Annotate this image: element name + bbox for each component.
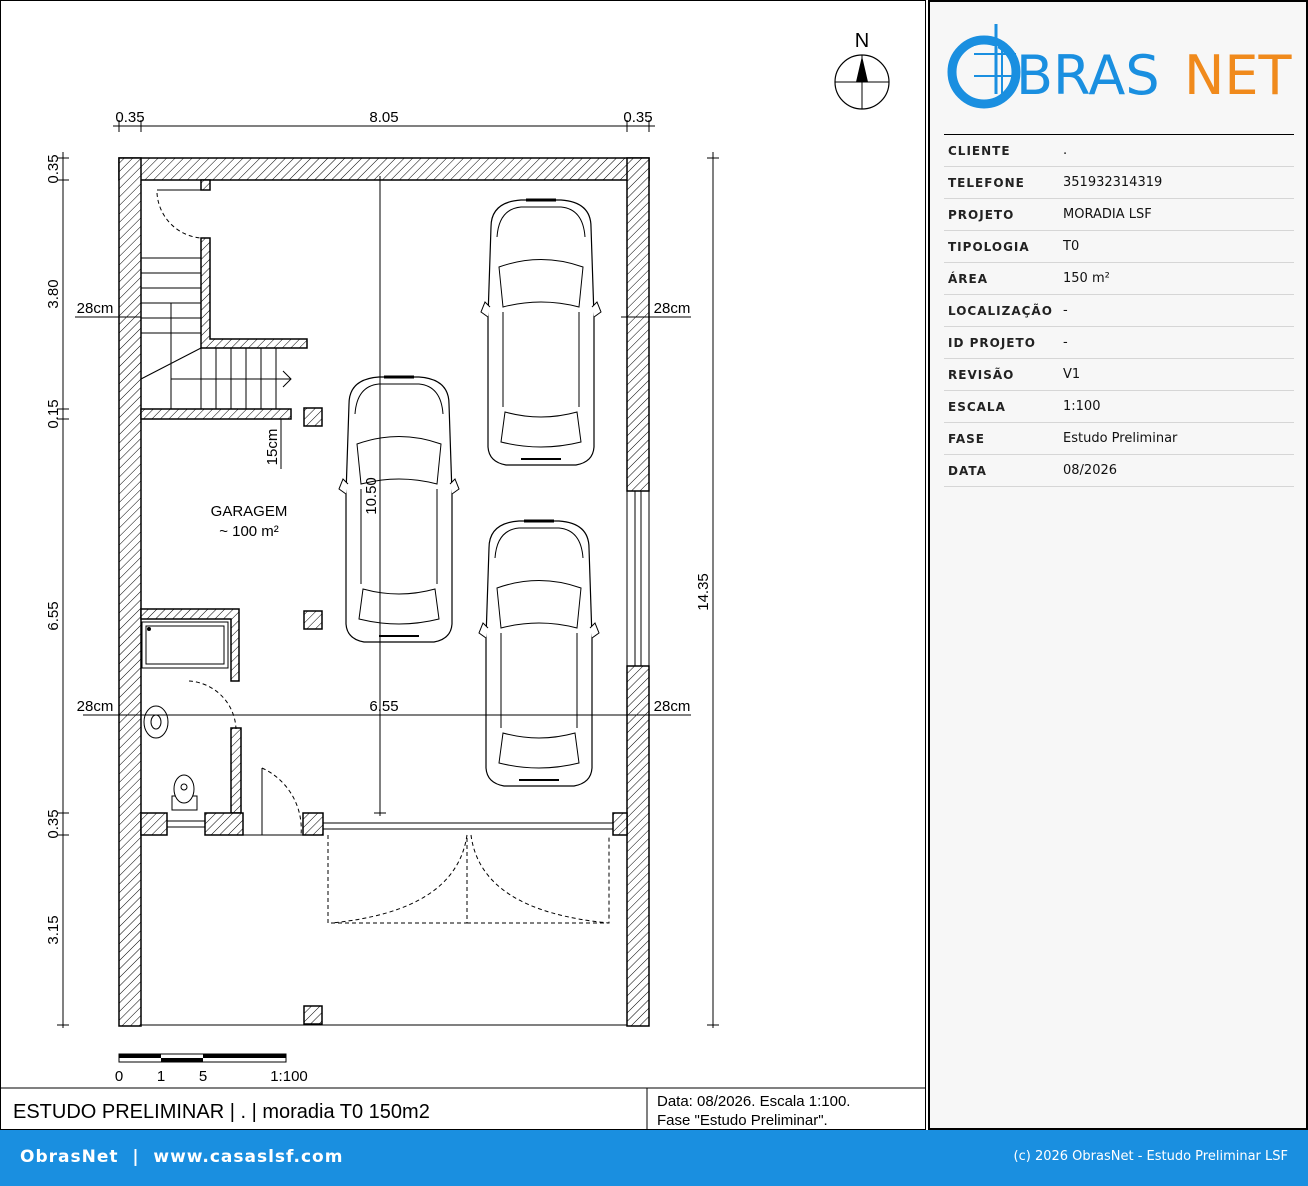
info-key: TIPOLOGIA bbox=[944, 230, 1059, 263]
info-key: FASE bbox=[944, 422, 1059, 455]
info-value: MORADIA LSF bbox=[1059, 198, 1294, 231]
car-top-right bbox=[479, 198, 603, 467]
info-row: FASE Estudo Preliminar bbox=[944, 422, 1294, 455]
columns bbox=[303, 407, 323, 1025]
dim-wall-left-top: 28cm bbox=[77, 300, 114, 317]
info-key: CLIENTE bbox=[944, 134, 1059, 167]
staircase bbox=[140, 189, 292, 409]
info-value: - bbox=[1059, 294, 1294, 327]
footer-bar: ObrasNet | www.casaslsf.com (c) 2026 Obr… bbox=[0, 1130, 1308, 1186]
dim-inner-horizontal: 6.55 bbox=[369, 698, 398, 715]
dim-wall-left-bottom: 28cm bbox=[77, 698, 114, 715]
dim-left-6: 3.15 bbox=[45, 915, 62, 944]
scalebar-tick-0: 0 bbox=[115, 1068, 123, 1085]
room-area: ~ 100 m² bbox=[219, 523, 279, 540]
logo-text-bras: BRAS bbox=[1016, 44, 1160, 107]
scalebar-tick-5: 5 bbox=[199, 1068, 207, 1085]
wc-fixtures bbox=[141, 621, 237, 828]
dim-left-3: 0.15 bbox=[45, 399, 62, 428]
car-bottom-right bbox=[477, 519, 601, 788]
wall-left bbox=[118, 157, 142, 1027]
dim-wall-right-top: 28cm bbox=[654, 300, 691, 317]
dim-right-total: 14.35 bbox=[695, 573, 712, 611]
obrasnet-logo: BRAS NET bbox=[944, 16, 1294, 116]
floor-plan-drawing: N 0.35 8.05 0.35 0.35 3.80 0.15 6.55 0.3… bbox=[0, 0, 926, 1130]
wall-top bbox=[118, 157, 650, 181]
info-row: ESCALA 1:100 bbox=[944, 390, 1294, 423]
room-name: GARAGEM bbox=[211, 503, 288, 520]
wall-right-upper bbox=[626, 157, 650, 492]
title-block-note-1: Data: 08/2026. Escala 1:100. bbox=[657, 1093, 850, 1110]
north-label: N bbox=[855, 30, 869, 52]
title-block: ESTUDO PRELIMINAR | . | moradia T0 150m2… bbox=[1, 1087, 925, 1129]
info-key: ÁREA bbox=[944, 262, 1059, 295]
project-info-table: CLIENTE. TELEFONE 351932314319 PROJETO MORAD… bbox=[944, 134, 1294, 487]
front-doors bbox=[243, 767, 613, 924]
info-value: 150 m² bbox=[1059, 262, 1294, 295]
info-row: TIPOLOGIA T0 bbox=[944, 230, 1294, 263]
pillar-front-right bbox=[612, 812, 628, 836]
wall-stair-inner bbox=[200, 237, 308, 349]
scalebar-tick-1: 1 bbox=[157, 1068, 165, 1085]
info-key: LOCALIZAÇÃO bbox=[944, 294, 1059, 327]
window-right bbox=[626, 491, 650, 666]
dim-slab: 15cm bbox=[264, 429, 281, 466]
info-value: - bbox=[1059, 326, 1294, 359]
info-value: V1 bbox=[1059, 358, 1294, 391]
logo-svg: BRAS NET bbox=[947, 24, 1293, 109]
dim-left-1: 0.35 bbox=[45, 154, 62, 183]
dim-left-4: 6.55 bbox=[45, 601, 62, 630]
north-arrow: N bbox=[834, 30, 890, 110]
title-block-title: ESTUDO PRELIMINAR | . | moradia T0 150m2 bbox=[13, 1101, 430, 1123]
info-key: ID PROJETO bbox=[944, 326, 1059, 359]
info-value: 08/2026 bbox=[1059, 454, 1294, 487]
info-value: 1:100 bbox=[1059, 390, 1294, 423]
info-key: PROJETO bbox=[944, 198, 1059, 231]
dim-top-left: 0.35 bbox=[115, 109, 144, 126]
wall-wc-right bbox=[230, 727, 242, 814]
info-row: PROJETO MORADIA LSF bbox=[944, 198, 1294, 231]
info-row: DATA 08/2026 bbox=[944, 454, 1294, 487]
column bbox=[303, 407, 323, 427]
footer-copyright: (c) 2026 ObrasNet - Estudo Preliminar LS… bbox=[1013, 1149, 1288, 1164]
info-key: DATA bbox=[944, 454, 1059, 487]
info-value: Estudo Preliminar bbox=[1059, 422, 1294, 455]
logo-mark-icon bbox=[947, 24, 1021, 109]
scalebar: 0 1 5 1:100 bbox=[115, 1053, 308, 1085]
car-middle bbox=[337, 375, 461, 644]
project-info-panel: BRAS NET CLIENTE. TELEFONE 351932314319 PRO… bbox=[928, 0, 1308, 1130]
info-row: CLIENTE. bbox=[944, 134, 1294, 167]
info-key: REVISÃO bbox=[944, 358, 1059, 391]
dim-top-right: 0.35 bbox=[623, 109, 652, 126]
wall-right-lower bbox=[626, 665, 650, 1027]
info-key: TELEFONE bbox=[944, 166, 1059, 199]
wall-stair-bottom bbox=[140, 408, 292, 420]
column bbox=[303, 1005, 323, 1025]
dim-top-mid: 8.05 bbox=[369, 109, 398, 126]
dim-left-2: 3.80 bbox=[45, 279, 62, 308]
info-row: LOCALIZAÇÃO - bbox=[944, 294, 1294, 327]
info-row: ID PROJETO - bbox=[944, 326, 1294, 359]
floor-plan-svg: N 0.35 8.05 0.35 0.35 3.80 0.15 6.55 0.3… bbox=[1, 30, 925, 1129]
info-row: TELEFONE 351932314319 bbox=[944, 166, 1294, 199]
dim-left-5: 0.35 bbox=[45, 809, 62, 838]
footer-brand-link[interactable]: ObrasNet | www.casaslsf.com bbox=[20, 1147, 343, 1167]
column bbox=[303, 610, 323, 630]
wall-stub-top bbox=[200, 179, 211, 191]
pillar-front-left bbox=[302, 812, 324, 836]
info-value: T0 bbox=[1059, 230, 1294, 263]
logo-text-net: NET bbox=[1184, 44, 1293, 107]
info-value: . bbox=[1059, 134, 1294, 167]
scalebar-scale: 1:100 bbox=[270, 1068, 308, 1085]
info-key: ESCALA bbox=[944, 390, 1059, 423]
dim-inner-vertical: 10.50 bbox=[363, 477, 380, 515]
info-row: ÁREA 150 m² bbox=[944, 262, 1294, 295]
info-value: 351932314319 bbox=[1059, 166, 1294, 199]
wall-wc-front-left bbox=[140, 812, 168, 836]
dim-wall-right-bottom: 28cm bbox=[654, 698, 691, 715]
wall-wc-front-right bbox=[204, 812, 244, 836]
title-block-note-2: Fase "Estudo Preliminar". bbox=[657, 1112, 828, 1129]
info-row: REVISÃO V1 bbox=[944, 358, 1294, 391]
